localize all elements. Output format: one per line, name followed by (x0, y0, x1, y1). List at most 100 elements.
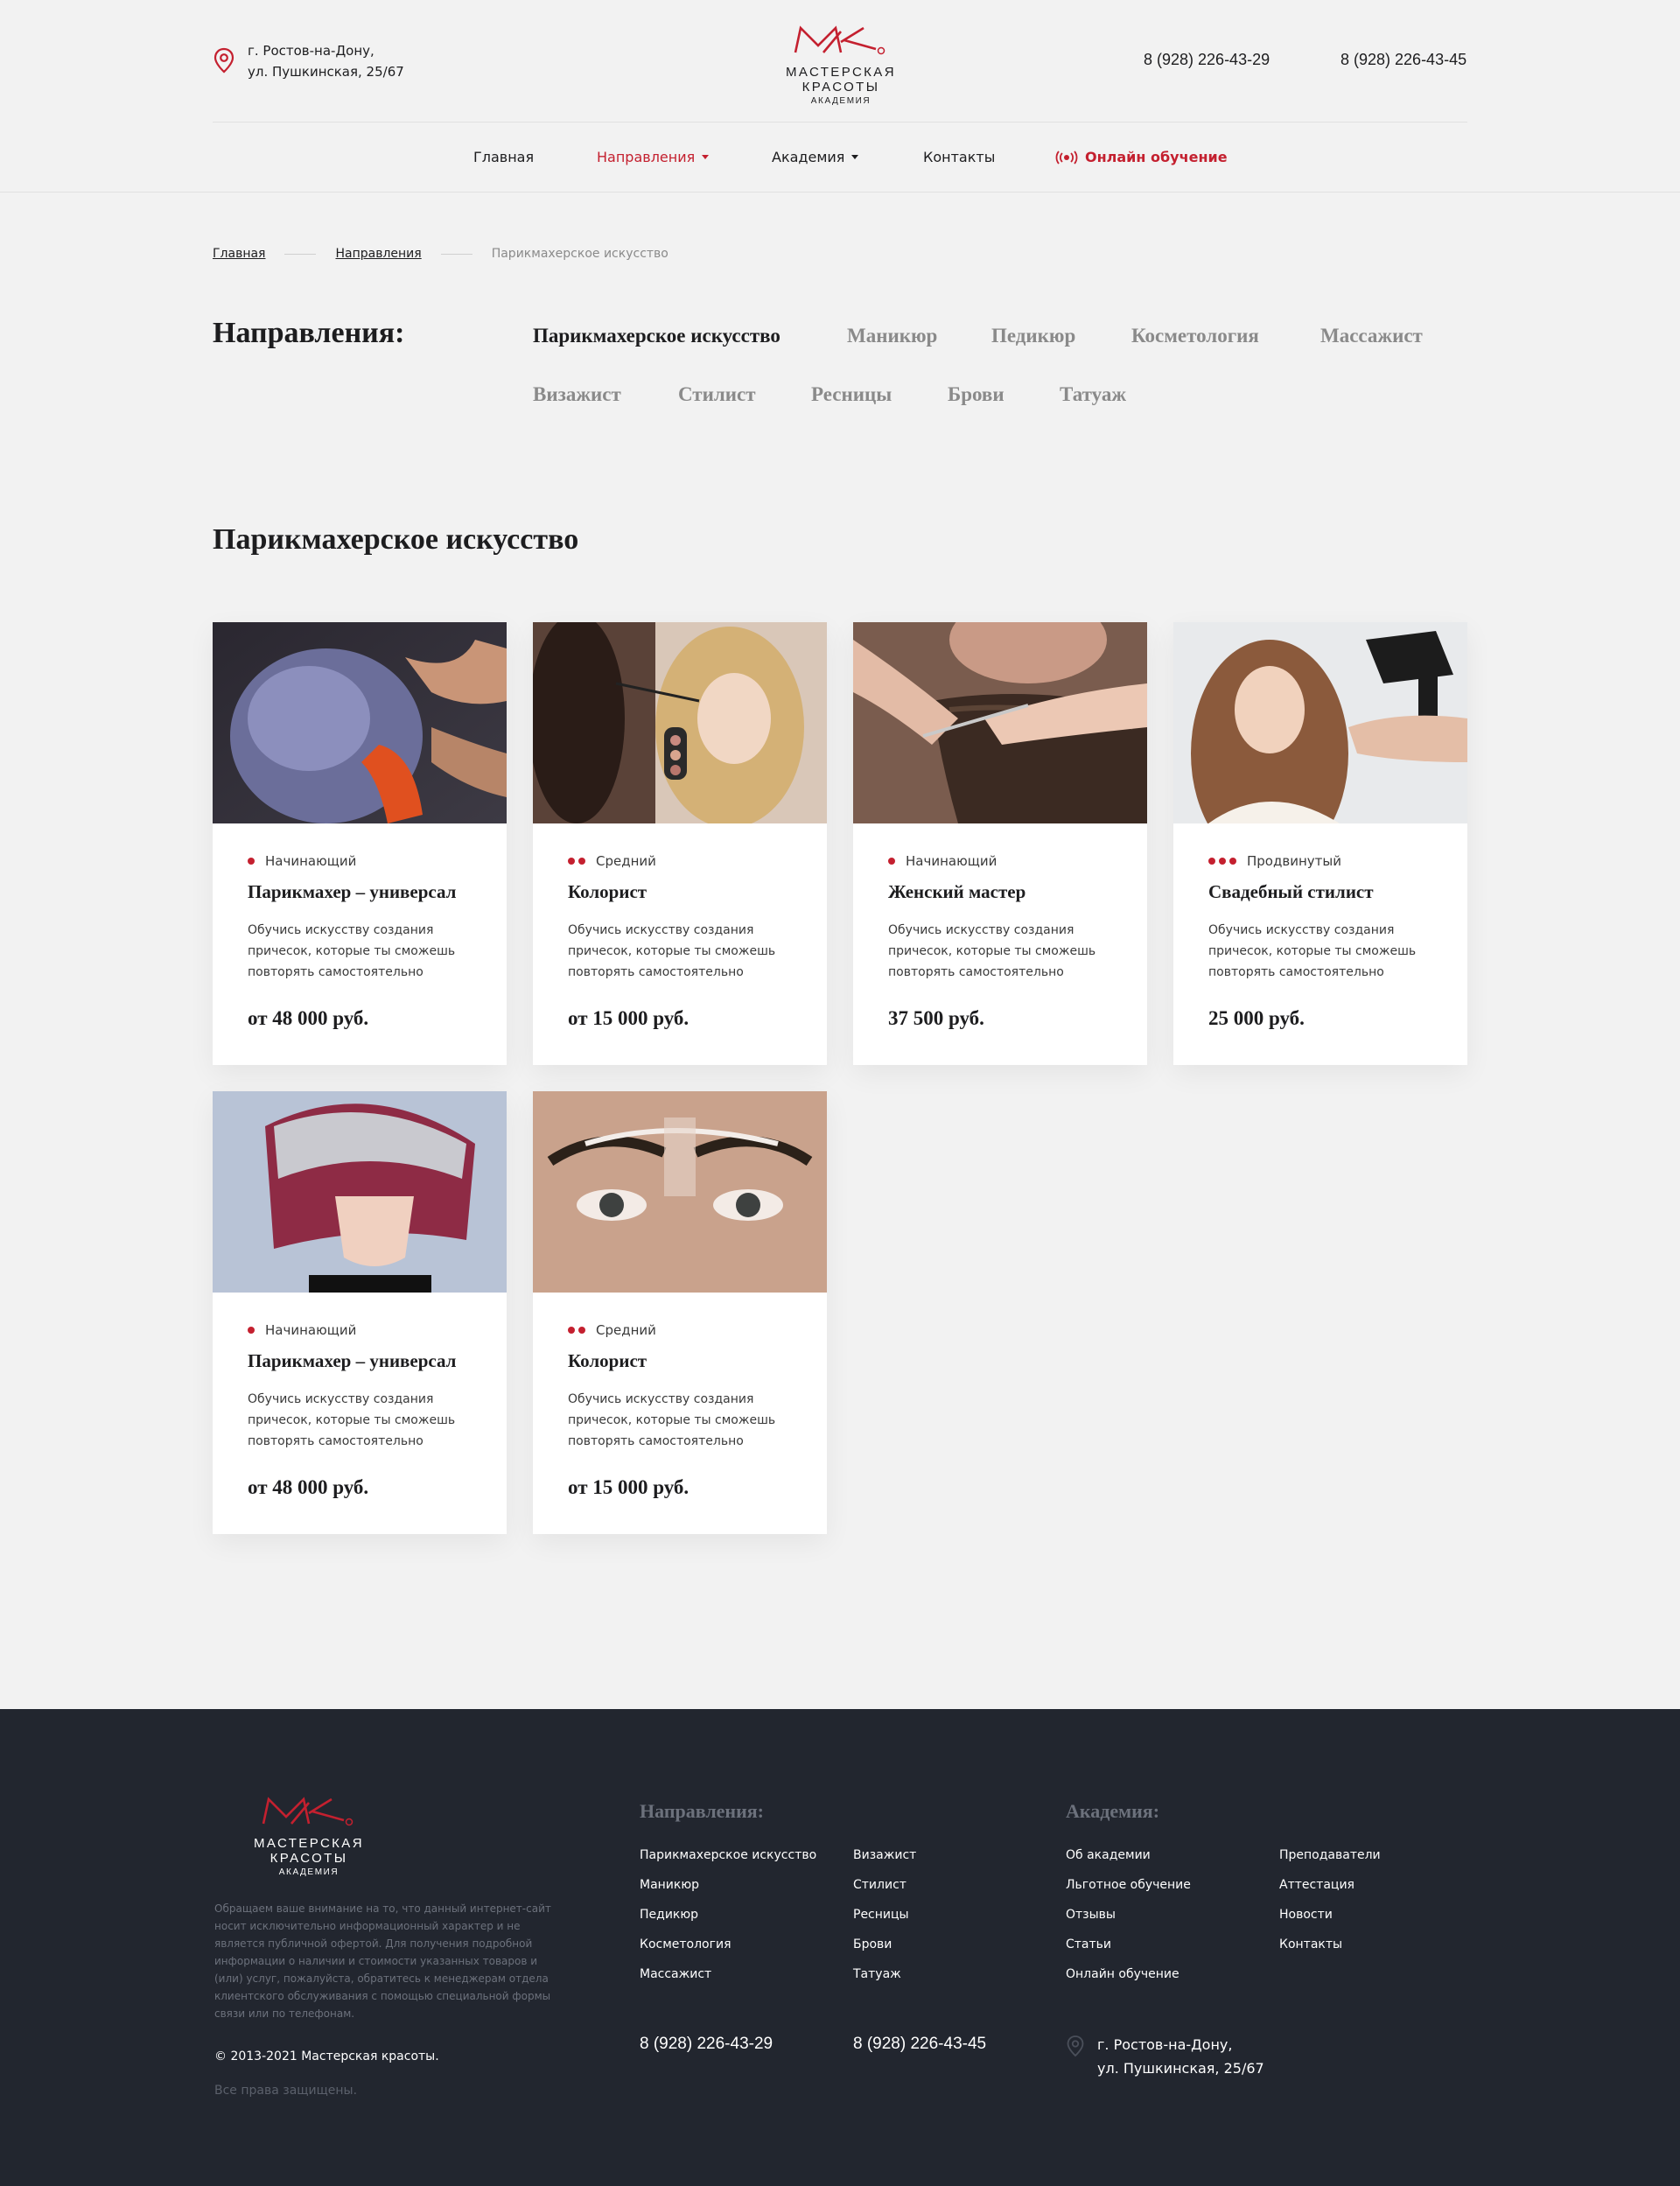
header-logo[interactable]: МАСТЕРСКАЯ КРАСОТЫ АКАДЕМИЯ (745, 23, 937, 106)
footer-link[interactable]: Контакты (1279, 1937, 1342, 1951)
course-title: Парикмахер – универсал (248, 1350, 457, 1371)
course-card[interactable]: Средний Колорист Обучись искусству созда… (533, 622, 827, 1065)
footer-copyright: © 2013-2021 Мастерская красоты. (214, 2049, 439, 2063)
course-price: от 15 000 руб. (568, 1007, 690, 1029)
footer-link[interactable]: Косметология (640, 1937, 732, 1951)
direction-massage[interactable]: Массажист (1320, 325, 1423, 347)
nav-directions-label: Направления (597, 149, 696, 165)
footer-link[interactable]: Стилист (853, 1878, 906, 1892)
footer-link[interactable]: Об академии (1066, 1848, 1151, 1862)
footer-address: г. Ростов-на-Дону, ул. Пушкинская, 25/67 (1066, 2033, 1264, 2080)
nav-contacts-label: Контакты (923, 149, 996, 165)
course-title: Колорист (568, 881, 648, 902)
footer-academy-title: Академия: (1066, 1800, 1160, 1822)
footer-link[interactable]: Аттестация (1279, 1878, 1354, 1892)
nav-home[interactable]: Главная (473, 149, 534, 165)
level-dots (1208, 858, 1236, 865)
direction-lashes[interactable]: Ресницы (811, 383, 892, 406)
course-card[interactable]: Средний Колорист Обучись искусству созда… (533, 1091, 827, 1534)
nav-home-label: Главная (473, 149, 535, 165)
breadcrumb-current: Парикмахерское искусство (491, 247, 668, 261)
footer-directions-title: Направления: (640, 1800, 765, 1822)
nav-academy[interactable]: Академия (772, 149, 859, 165)
chevron-down-icon (702, 155, 710, 159)
header-address-line1: г. Ростов-на-Дону, (248, 43, 374, 59)
course-description: Обучись искусству создания причесок, кот… (1208, 923, 1417, 979)
footer-link[interactable]: Новости (1279, 1908, 1333, 1922)
nav-online[interactable]: Онлайн обучение (1055, 149, 1228, 165)
breadcrumb-separator (440, 253, 472, 255)
course-image (1173, 622, 1467, 823)
footer-address-line2: ул. Пушкинская, 25/67 (1097, 2060, 1264, 2077)
course-level: Начинающий (248, 1322, 356, 1338)
course-image (533, 1091, 827, 1293)
footer-link[interactable]: Парикмахерское искусство (640, 1848, 816, 1862)
header-phone-2[interactable]: 8 (928) 226-43-45 (1340, 51, 1466, 69)
course-title: Женский мастер (888, 881, 1026, 902)
course-level-label: Начинающий (906, 853, 998, 869)
header-phone-1[interactable]: 8 (928) 226-43-29 (1144, 51, 1270, 69)
direction-manicure[interactable]: Маникюр (847, 325, 937, 347)
breadcrumb-home[interactable]: Главная (213, 247, 265, 261)
course-level-label: Продвинутый (1247, 853, 1341, 869)
course-card[interactable]: Начинающий Парикмахер – универсал Обучис… (213, 622, 507, 1065)
level-dots (888, 858, 895, 865)
nav-contacts[interactable]: Контакты (923, 149, 995, 165)
direction-cosmetology[interactable]: Косметология (1131, 325, 1259, 347)
footer-link[interactable]: Педикюр (640, 1908, 698, 1922)
course-price: от 48 000 руб. (248, 1476, 369, 1498)
direction-tattoo[interactable]: Татуаж (1060, 383, 1126, 406)
course-title: Свадебный стилист (1208, 881, 1374, 902)
course-level: Продвинутый (1208, 853, 1341, 869)
footer-disclaimer: Обращаем ваше внимание на то, что данный… (214, 1902, 551, 2020)
footer-link[interactable]: Ресницы (853, 1908, 909, 1922)
footer-phone-1[interactable]: 8 (928) 226-43-29 (640, 2035, 773, 2054)
breadcrumb-directions[interactable]: Направления (335, 247, 421, 261)
header-address-line2: ул. Пушкинская, 25/67 (248, 64, 404, 80)
footer-link[interactable]: Преподаватели (1279, 1848, 1381, 1862)
footer-address-line1: г. Ростов-на-Дону, (1097, 2036, 1233, 2053)
broadcast-icon (1055, 150, 1078, 165)
footer-phone-2[interactable]: 8 (928) 226-43-45 (853, 2035, 986, 2054)
course-level: Начинающий (248, 853, 356, 869)
course-title: Парикмахер – универсал (248, 881, 457, 902)
course-card[interactable]: Продвинутый Свадебный стилист Обучись ис… (1173, 622, 1467, 1065)
header-address: г. Ростов-на-Дону, ул. Пушкинская, 25/67 (213, 40, 404, 82)
level-dots (248, 1327, 255, 1334)
footer-link[interactable]: Маникюр (640, 1878, 699, 1892)
footer-logo[interactable]: МАСТЕРСКАЯ КРАСОТЫ АКАДЕМИЯ (213, 1794, 405, 1877)
level-dots (568, 858, 585, 865)
course-image (853, 622, 1147, 823)
direction-brows[interactable]: Брови (948, 383, 1004, 406)
course-image (533, 622, 827, 823)
directions-title: Направления: (213, 317, 405, 349)
footer-link[interactable]: Онлайн обучение (1066, 1967, 1180, 1981)
footer-link[interactable]: Льготное обучение (1066, 1878, 1191, 1892)
course-title: Колорист (568, 1350, 648, 1371)
footer-link[interactable]: Массажист (640, 1967, 711, 1981)
site-footer: МАСТЕРСКАЯ КРАСОТЫ АКАДЕМИЯ Обращаем ваш… (0, 1709, 1680, 2186)
footer-link[interactable]: Отзывы (1066, 1908, 1116, 1922)
course-description: Обучись искусству создания причесок, кот… (248, 923, 456, 979)
site-header: г. Ростов-на-Дону, ул. Пушкинская, 25/67… (0, 0, 1680, 123)
footer-link[interactable]: Статьи (1066, 1937, 1111, 1951)
footer-logo-subtitle: АКАДЕМИЯ (278, 1867, 340, 1877)
direction-hairdressing[interactable]: Парикмахерское искусство (533, 325, 780, 347)
course-price: от 48 000 руб. (248, 1007, 369, 1029)
footer-link[interactable]: Визажист (853, 1848, 916, 1862)
footer-link[interactable]: Татуаж (853, 1967, 901, 1981)
location-pin-icon (1067, 2035, 1084, 2057)
logo-name: МАСТЕРСКАЯ КРАСОТЫ (786, 65, 896, 95)
course-level-label: Начинающий (265, 853, 357, 869)
footer-rights: Все права защищены. (214, 2084, 358, 2098)
direction-makeup[interactable]: Визажист (533, 383, 621, 406)
direction-pedicure[interactable]: Педикюр (991, 325, 1075, 347)
nav-directions[interactable]: Направления (597, 149, 710, 165)
footer-link[interactable]: Брови (853, 1937, 892, 1951)
level-dots (568, 1327, 585, 1334)
course-card[interactable]: Начинающий Парикмахер – универсал Обучис… (213, 1091, 507, 1534)
logo-subtitle: АКАДЕМИЯ (810, 96, 872, 106)
direction-stylist[interactable]: Стилист (678, 383, 756, 406)
location-pin-icon (214, 47, 234, 74)
course-card[interactable]: Начинающий Женский мастер Обучись искусс… (853, 622, 1147, 1065)
